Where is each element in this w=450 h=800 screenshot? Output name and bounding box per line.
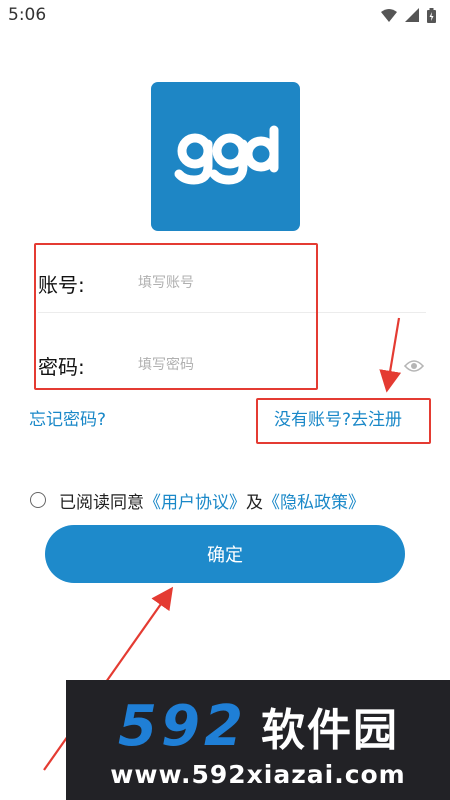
agreement-prefix: 已阅读同意 bbox=[59, 492, 144, 513]
status-bar: 5:06 bbox=[0, 0, 450, 30]
annotation-box-credentials bbox=[34, 243, 318, 390]
watermark-brand-name: 软件园 bbox=[260, 705, 399, 756]
agreement-conjunction: 及 bbox=[246, 492, 263, 513]
wifi-icon bbox=[381, 8, 397, 22]
eye-icon[interactable] bbox=[404, 359, 424, 373]
watermark-url: www.592xiazai.com bbox=[110, 760, 406, 789]
privacy-policy-link[interactable]: 《隐私政策》 bbox=[263, 488, 365, 513]
watermark-brand: 592 软件园 bbox=[76, 693, 441, 759]
watermark-brand-number: 592 bbox=[118, 693, 247, 759]
user-agreement-link[interactable]: 《用户协议》 bbox=[144, 488, 246, 513]
status-time: 5:06 bbox=[8, 5, 47, 25]
register-link[interactable]: 没有账号?去注册 bbox=[274, 405, 402, 430]
agreement-row: 已阅读同意 《用户协议》 及 《隐私政策》 bbox=[30, 487, 365, 513]
forgot-password-link[interactable]: 忘记密码? bbox=[29, 405, 106, 430]
app-logo: ggd bbox=[151, 82, 300, 231]
status-icons bbox=[381, 7, 436, 23]
watermark-banner: 592 软件园 www.592xiazai.com bbox=[66, 680, 450, 800]
ggd-logo-mark bbox=[174, 125, 279, 185]
confirm-button[interactable]: 确定 bbox=[45, 525, 405, 583]
signal-icon bbox=[405, 8, 419, 22]
agreement-radio[interactable] bbox=[30, 492, 46, 508]
battery-icon bbox=[427, 7, 436, 23]
